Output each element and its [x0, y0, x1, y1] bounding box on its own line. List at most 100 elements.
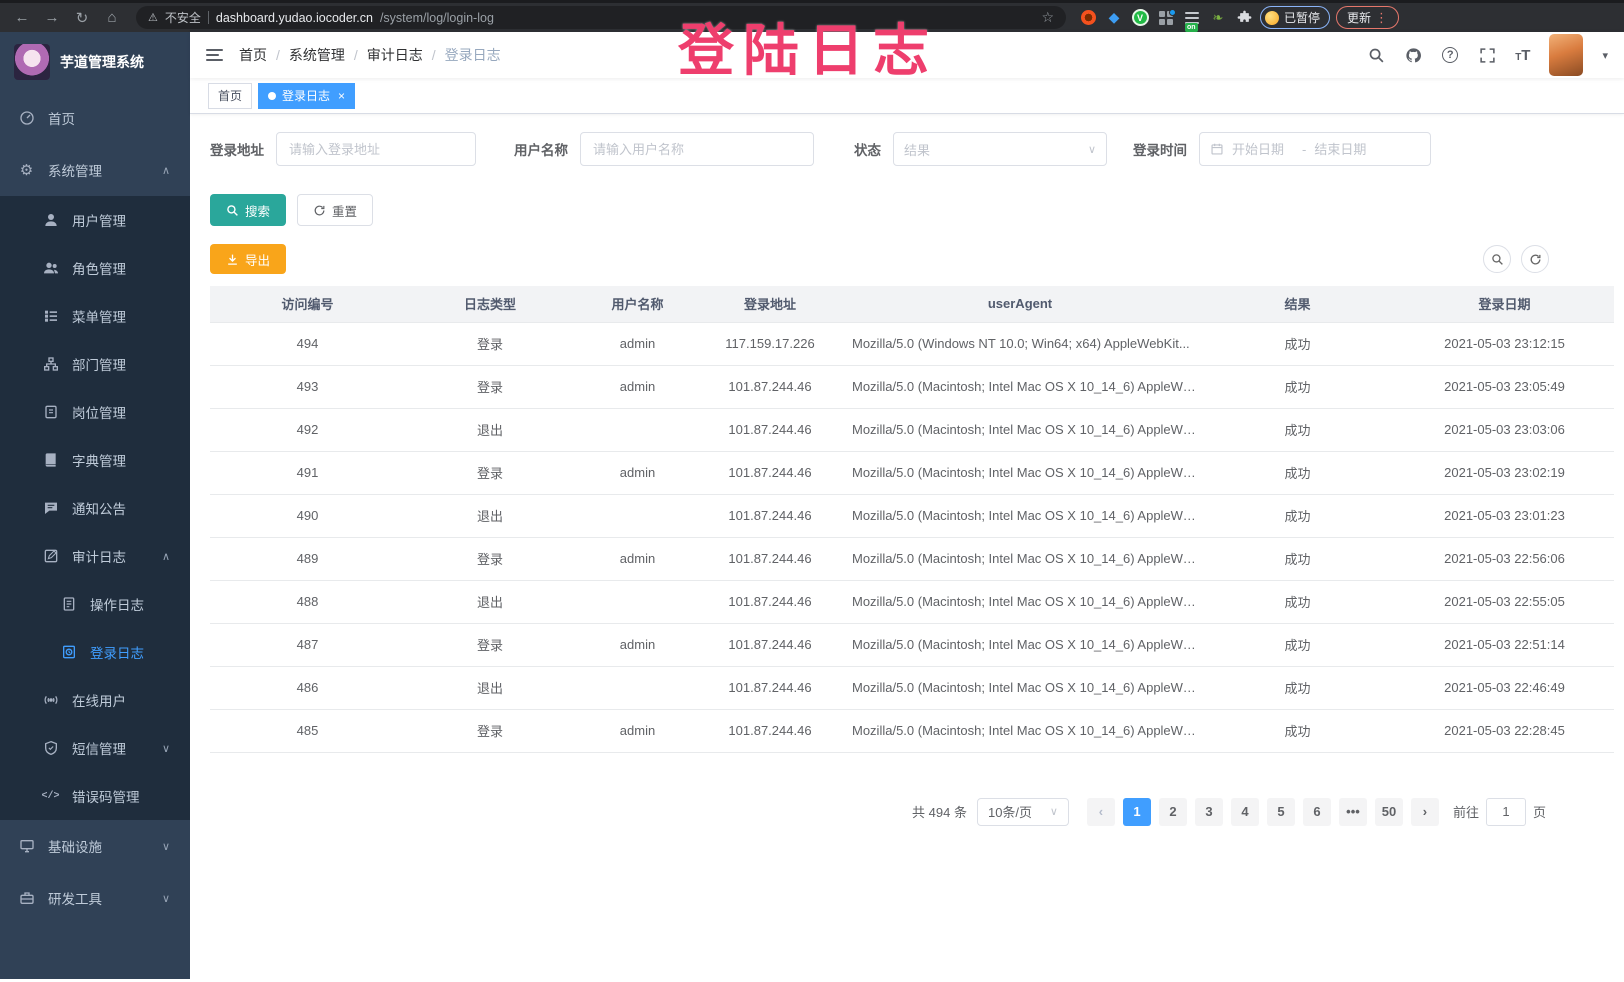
- cell-result: 成功: [1200, 365, 1395, 408]
- font-size-icon[interactable]: TT: [1515, 47, 1530, 64]
- cell-username: [575, 580, 700, 623]
- url-path: /system/log/login-log: [380, 11, 494, 25]
- extension-diamond-icon[interactable]: ◆: [1104, 8, 1124, 28]
- sidebar-item-system[interactable]: ⚙ 系统管理 ∧: [0, 144, 190, 196]
- status-select[interactable]: 结果 ∨: [893, 132, 1107, 166]
- page-ellipsis[interactable]: •••: [1339, 798, 1367, 826]
- table-row: 490 退出 101.87.244.46 Mozilla/5.0 (Macint…: [210, 494, 1614, 537]
- profile-paused-badge[interactable]: 已暂停: [1260, 6, 1330, 29]
- back-icon[interactable]: ←: [10, 6, 34, 30]
- sidebar-item-users[interactable]: 用户管理: [0, 196, 190, 244]
- notice-bubble-icon: [42, 500, 59, 517]
- cell-login-address: 117.159.17.226: [700, 322, 840, 365]
- cell-login-date: 2021-05-03 22:28:45: [1395, 709, 1614, 752]
- bookmark-star-icon[interactable]: ☆: [1041, 9, 1054, 26]
- start-date-input[interactable]: [1232, 142, 1294, 157]
- sidebar-logo[interactable]: 芋道管理系统: [0, 32, 190, 92]
- address-bar[interactable]: ⚠ 不安全 dashboard.yudao.iocoder.cn/system/…: [136, 6, 1066, 29]
- table-row: 492 退出 101.87.244.46 Mozilla/5.0 (Macint…: [210, 408, 1614, 451]
- home-icon[interactable]: ⌂: [100, 6, 124, 30]
- cell-login-address: 101.87.244.46: [700, 494, 840, 537]
- breadcrumb-system[interactable]: 系统管理: [289, 45, 345, 65]
- sidebar-item-departments[interactable]: 部门管理: [0, 340, 190, 388]
- breadcrumb-home[interactable]: 首页: [239, 45, 267, 65]
- github-icon[interactable]: [1404, 46, 1422, 64]
- page-button[interactable]: 3: [1195, 798, 1223, 826]
- avatar[interactable]: [1549, 34, 1583, 76]
- page-button[interactable]: 4: [1231, 798, 1259, 826]
- sidebar-item-login-log[interactable]: 登录日志: [0, 628, 190, 676]
- end-date-input[interactable]: [1314, 142, 1376, 157]
- page-size-select[interactable]: 10条/页 ∨: [977, 798, 1069, 826]
- hamburger-icon[interactable]: [190, 49, 239, 61]
- avatar-caret-icon[interactable]: ▾: [1602, 49, 1608, 62]
- tab-login-log[interactable]: 登录日志 ×: [258, 83, 355, 109]
- cell-log-type: 退出: [405, 580, 575, 623]
- page-button[interactable]: 5: [1267, 798, 1295, 826]
- cell-username: [575, 666, 700, 709]
- people-icon: [42, 260, 59, 277]
- reset-button[interactable]: 重置: [297, 194, 373, 226]
- user-icon: [42, 212, 59, 229]
- sidebar-item-audit-log[interactable]: 审计日志 ∧: [0, 532, 190, 580]
- cell-user-agent: Mozilla/5.0 (Macintosh; Intel Mac OS X 1…: [840, 408, 1200, 451]
- header-search-icon[interactable]: [1367, 46, 1385, 64]
- chrome-update-button[interactable]: 更新 ⋮: [1336, 6, 1399, 29]
- sidebar-item-error-codes[interactable]: </> 错误码管理: [0, 772, 190, 820]
- breadcrumb-audit-log[interactable]: 审计日志: [367, 45, 423, 65]
- browser-menu-icon[interactable]: ⋮: [1375, 10, 1388, 26]
- sidebar-item-roles[interactable]: 角色管理: [0, 244, 190, 292]
- forward-icon[interactable]: →: [40, 6, 64, 30]
- col-user-agent: userAgent: [840, 286, 1200, 322]
- sidebar-item-notices[interactable]: 通知公告: [0, 484, 190, 532]
- login-address-input[interactable]: [276, 132, 476, 166]
- next-page-button[interactable]: ›: [1411, 798, 1439, 826]
- help-icon[interactable]: ?: [1441, 46, 1459, 64]
- search-button[interactable]: 搜索: [210, 194, 286, 226]
- profile-emoji-icon: [1265, 11, 1279, 25]
- pagination-total: 共 494 条: [912, 802, 967, 821]
- extension-grid-icon[interactable]: [1156, 8, 1176, 28]
- username-input[interactable]: [580, 132, 814, 166]
- close-tab-icon[interactable]: ×: [338, 89, 345, 103]
- cell-user-agent: Mozilla/5.0 (Macintosh; Intel Mac OS X 1…: [840, 709, 1200, 752]
- org-tree-icon: [42, 356, 59, 373]
- sidebar-item-sms[interactable]: 短信管理 ∨: [0, 724, 190, 772]
- refresh-table-button[interactable]: [1521, 245, 1549, 273]
- logo-image: [14, 44, 50, 80]
- cell-id: 494: [210, 322, 405, 365]
- extensions-puzzle-icon[interactable]: [1234, 8, 1254, 28]
- sidebar-item-posts[interactable]: 岗位管理: [0, 388, 190, 436]
- sidebar-item-devtools[interactable]: 研发工具 ∨: [0, 872, 190, 924]
- goto-suffix: 页: [1533, 802, 1546, 821]
- chevron-down-icon: ∨: [162, 840, 170, 853]
- extension-list-icon[interactable]: on: [1182, 8, 1202, 28]
- table-row: 493 登录 admin 101.87.244.46 Mozilla/5.0 (…: [210, 365, 1614, 408]
- cell-id: 488: [210, 580, 405, 623]
- extension-plant-icon[interactable]: ❧: [1208, 8, 1228, 28]
- extension-ember-icon[interactable]: [1078, 8, 1098, 28]
- cell-user-agent: Mozilla/5.0 (Macintosh; Intel Mac OS X 1…: [840, 494, 1200, 537]
- sidebar-item-menus[interactable]: 菜单管理: [0, 292, 190, 340]
- sidebar-item-home[interactable]: 首页: [0, 92, 190, 144]
- page-button[interactable]: 50: [1375, 798, 1403, 826]
- page-button[interactable]: 6: [1303, 798, 1331, 826]
- toggle-search-button[interactable]: [1483, 245, 1511, 273]
- chevron-down-icon: ∨: [1050, 805, 1058, 818]
- operate-log-icon: [60, 596, 77, 613]
- sidebar-item-infrastructure[interactable]: 基础设施 ∨: [0, 820, 190, 872]
- chevron-down-icon: ∨: [162, 742, 170, 755]
- sidebar-item-online-users[interactable]: 在线用户: [0, 676, 190, 724]
- reload-icon[interactable]: ↻: [70, 6, 94, 30]
- prev-page-button[interactable]: ‹: [1087, 798, 1115, 826]
- fullscreen-icon[interactable]: [1478, 46, 1496, 64]
- login-time-range-picker[interactable]: -: [1199, 132, 1431, 166]
- sidebar-item-dict[interactable]: 字典管理: [0, 436, 190, 484]
- page-button[interactable]: 1: [1123, 798, 1151, 826]
- page-button[interactable]: 2: [1159, 798, 1187, 826]
- extension-vue-devtools-icon[interactable]: V: [1130, 8, 1150, 28]
- tab-home[interactable]: 首页: [208, 83, 252, 109]
- sidebar-item-operate-log[interactable]: 操作日志: [0, 580, 190, 628]
- export-button[interactable]: 导出: [210, 244, 286, 274]
- goto-page-input[interactable]: [1486, 798, 1526, 826]
